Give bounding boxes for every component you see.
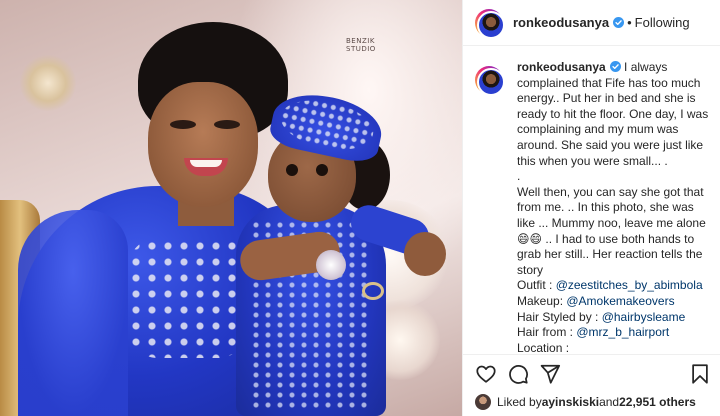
header-separator: • (627, 15, 632, 30)
backdrop-flower (20, 55, 76, 111)
caption-paragraph-2: Well then, you can say she got that from… (517, 184, 706, 277)
woman-sleeve (18, 210, 128, 416)
comment-icon (509, 365, 528, 384)
credit-hair-styled: Hair Styled by : @hairbysleame (517, 309, 686, 324)
instagram-post: BENZIK STUDIO ronkeodusanya • Following … (0, 0, 720, 416)
caption-paragraph-1: I always complained that Fife has too mu… (517, 60, 709, 168)
post-side-panel: ronkeodusanya • Following ronkeodusanya … (462, 0, 720, 416)
likes-summary: Liked by ayinskiski and 22,951 others (475, 392, 715, 412)
heart-icon (476, 365, 496, 383)
woman-bracelet (362, 282, 384, 300)
baby-eye (316, 164, 328, 176)
save-button[interactable] (689, 363, 713, 387)
others-likes-link[interactable]: 22,951 others (619, 395, 696, 409)
dress-embellishment (128, 238, 248, 358)
comment-button[interactable] (507, 363, 531, 387)
caption-username[interactable]: ronkeodusanya (517, 60, 606, 74)
baby-hand (404, 232, 446, 276)
caption-dot: . (517, 169, 521, 184)
caption-author-avatar[interactable] (475, 66, 505, 96)
likes-middle: and (599, 395, 620, 409)
caption-row: ronkeodusanya I always complained that F… (475, 60, 711, 354)
like-button[interactable] (475, 363, 499, 387)
credit-hair-from: Hair from : @mrz_b_hairport (517, 325, 670, 340)
woman-face (148, 82, 258, 207)
caption-text: ronkeodusanya I always complained that F… (517, 60, 711, 354)
author-username-link[interactable]: ronkeodusanya (513, 15, 625, 30)
first-liker-link[interactable]: ayinskiski (542, 395, 599, 409)
post-actions-bar (463, 354, 720, 392)
paper-plane-icon (540, 364, 561, 384)
credit-outfit-link[interactable]: @zeestitches_by_abimbola (556, 278, 703, 292)
photo-watermark: BENZIK STUDIO (346, 37, 376, 53)
credit-makeup-link[interactable]: @Amokemakeovers (566, 294, 674, 308)
baby-eye (286, 164, 298, 176)
following-button[interactable]: Following (635, 15, 690, 30)
credit-location: Location : (517, 340, 570, 354)
verified-badge-icon (609, 61, 621, 72)
credit-outfit: Outfit : @zeestitches_by_abimbola (517, 278, 703, 293)
liker-avatar[interactable] (475, 394, 491, 410)
woman-ring (316, 250, 346, 280)
share-button[interactable] (539, 363, 563, 387)
author-username[interactable]: ronkeodusanya (513, 15, 609, 30)
post-photo[interactable]: BENZIK STUDIO (0, 0, 462, 416)
post-header: ronkeodusanya • Following (463, 0, 720, 46)
credit-makeup: Makeup: @Amokemakeovers (517, 293, 675, 308)
caption-area: ronkeodusanya I always complained that F… (463, 60, 720, 354)
woman-eye (214, 120, 240, 129)
credit-hair-from-link[interactable]: @mrz_b_hairport (576, 325, 669, 339)
bookmark-icon (692, 364, 708, 384)
author-avatar[interactable] (475, 8, 505, 39)
likes-prefix: Liked by (497, 395, 542, 409)
verified-badge-icon (613, 17, 625, 28)
woman-eye (170, 120, 196, 129)
woman-teeth (190, 160, 222, 167)
credit-hair-styled-link[interactable]: @hairbysleame (602, 310, 686, 324)
